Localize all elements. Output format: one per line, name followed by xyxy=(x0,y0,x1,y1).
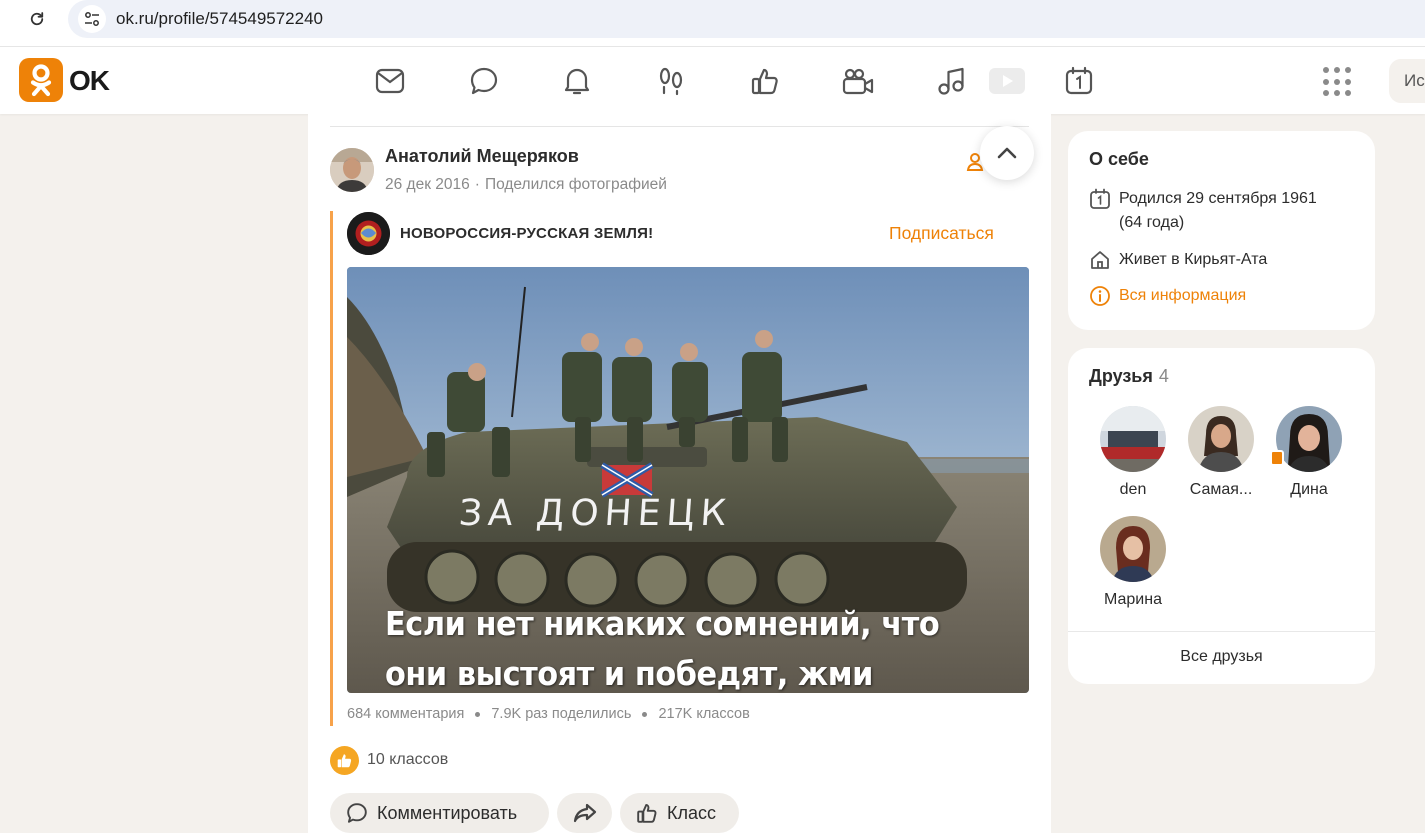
search-placeholder: Ис xyxy=(1404,71,1425,90)
share-button[interactable] xyxy=(557,793,612,833)
friends-title-text: Друзья xyxy=(1089,366,1153,386)
image-tank-text: ЗА ДОНЕЦК xyxy=(457,493,734,534)
author-avatar[interactable] xyxy=(330,148,374,192)
comment-button[interactable]: Комментировать xyxy=(330,793,549,833)
age-text: (64 года) xyxy=(1119,214,1185,231)
url-text[interactable]: ok.ru/profile/574549572240 xyxy=(116,9,323,29)
divider xyxy=(1068,631,1375,632)
camera-icon[interactable] xyxy=(841,64,875,98)
friend-item[interactable]: den xyxy=(1088,406,1178,499)
share-icon xyxy=(573,803,596,823)
group-avatar[interactable] xyxy=(347,212,390,255)
calendar-icon xyxy=(1090,188,1110,209)
divider xyxy=(330,126,1029,127)
friend-item[interactable]: Дина xyxy=(1264,406,1354,499)
about-card: О себе Родился 29 сентября 1961 (64 года… xyxy=(1068,131,1375,330)
group-name[interactable]: НОВОРОССИЯ-РУССКАЯ ЗЕМЛЯ! xyxy=(400,225,653,242)
class-label: Класс xyxy=(667,802,716,823)
post-meta: 26 дек 2016 · Поделился фотографией xyxy=(385,176,667,193)
friends-count: 4 xyxy=(1158,366,1169,386)
guests-icon[interactable] xyxy=(654,64,688,98)
friend-name[interactable]: Самая... xyxy=(1176,481,1266,499)
classes-count[interactable]: 217K классов xyxy=(658,706,749,722)
bell-icon[interactable] xyxy=(560,64,594,98)
friend-name[interactable]: den xyxy=(1088,481,1178,499)
like-icon xyxy=(637,803,657,823)
about-title: О себе xyxy=(1089,149,1149,169)
all-info-label[interactable]: Вся информация xyxy=(1119,284,1246,308)
friend-name[interactable]: Дина xyxy=(1264,481,1354,499)
friend-name[interactable]: Марина xyxy=(1088,591,1178,609)
scroll-up-button[interactable] xyxy=(980,126,1034,180)
likes-summary[interactable]: 10 классов xyxy=(330,745,448,775)
birthday-row: Родился 29 сентября 1961 (64 года) xyxy=(1089,187,1317,235)
likes-icon[interactable] xyxy=(748,64,782,98)
calendar-icon[interactable] xyxy=(1062,64,1096,98)
repost-marker xyxy=(330,211,333,726)
comment-icon xyxy=(347,803,367,823)
browser-toolbar: ok.ru/profile/574549572240 xyxy=(0,0,1425,47)
shares-count[interactable]: 7.9K раз поделились xyxy=(491,706,631,722)
likes-text: 10 классов xyxy=(367,751,449,768)
post-date[interactable]: 26 дек 2016 xyxy=(385,176,470,193)
comment-label: Комментировать xyxy=(377,802,518,823)
site-settings-icon[interactable] xyxy=(78,5,106,33)
post-stats: 684 комментария 7.9K раз поделились 217K к… xyxy=(347,706,750,722)
friend-item[interactable]: Марина xyxy=(1088,516,1178,609)
avatar[interactable] xyxy=(1100,406,1166,472)
subscribe-button[interactable]: Подписаться xyxy=(889,223,994,244)
location-row: Живет в Кирьят-Ата xyxy=(1089,248,1267,272)
friends-title[interactable]: Друзья 4 xyxy=(1089,366,1169,387)
video-icon[interactable] xyxy=(989,68,1025,94)
author-name[interactable]: Анатолий Мещеряков xyxy=(385,146,579,167)
address-bar[interactable]: ok.ru/profile/574549572240 xyxy=(68,0,1425,38)
chevron-up-icon xyxy=(997,147,1017,159)
chat-icon[interactable] xyxy=(467,64,501,98)
avatar[interactable] xyxy=(1188,406,1254,472)
all-info-link[interactable]: Вся информация xyxy=(1089,284,1246,308)
site-header: OK Ис xyxy=(0,47,1425,114)
all-friends-link[interactable]: Все друзья xyxy=(1068,648,1375,666)
like-badge-icon xyxy=(330,745,359,775)
music-icon[interactable] xyxy=(934,64,968,98)
post-action: Поделился фотографией xyxy=(484,176,667,193)
avatar[interactable] xyxy=(1100,516,1166,582)
comments-count[interactable]: 684 комментария xyxy=(347,706,464,722)
class-button[interactable]: Класс xyxy=(620,793,739,833)
friend-item[interactable]: Самая... xyxy=(1176,406,1266,499)
avatar[interactable] xyxy=(1276,406,1342,472)
post-image[interactable]: ЗА ДОНЕЦК Если нет никаких сомнений, что… xyxy=(347,267,1029,693)
info-icon xyxy=(1090,286,1110,306)
logo-text[interactable]: OK xyxy=(69,65,110,97)
search-input[interactable]: Ис xyxy=(1389,59,1425,103)
reload-icon[interactable] xyxy=(24,6,50,32)
apps-grid-icon[interactable] xyxy=(1323,67,1353,97)
ok-logo-icon[interactable] xyxy=(19,58,63,102)
home-icon xyxy=(1091,251,1109,269)
feed-post: Анатолий Мещеряков 26 дек 2016 · Поделился… xyxy=(308,114,1051,833)
ok-badge-icon xyxy=(1270,450,1284,466)
image-caption: Если нет никаких сомнений, что они высто… xyxy=(385,604,940,693)
friends-card: Друзья 4 den Самая... Дина Марина Все дру… xyxy=(1068,348,1375,684)
birthday-text: Родился 29 сентября 1961 xyxy=(1119,190,1317,207)
location-text: Живет в Кирьят-Ата xyxy=(1119,251,1268,268)
mail-icon[interactable] xyxy=(373,64,407,98)
